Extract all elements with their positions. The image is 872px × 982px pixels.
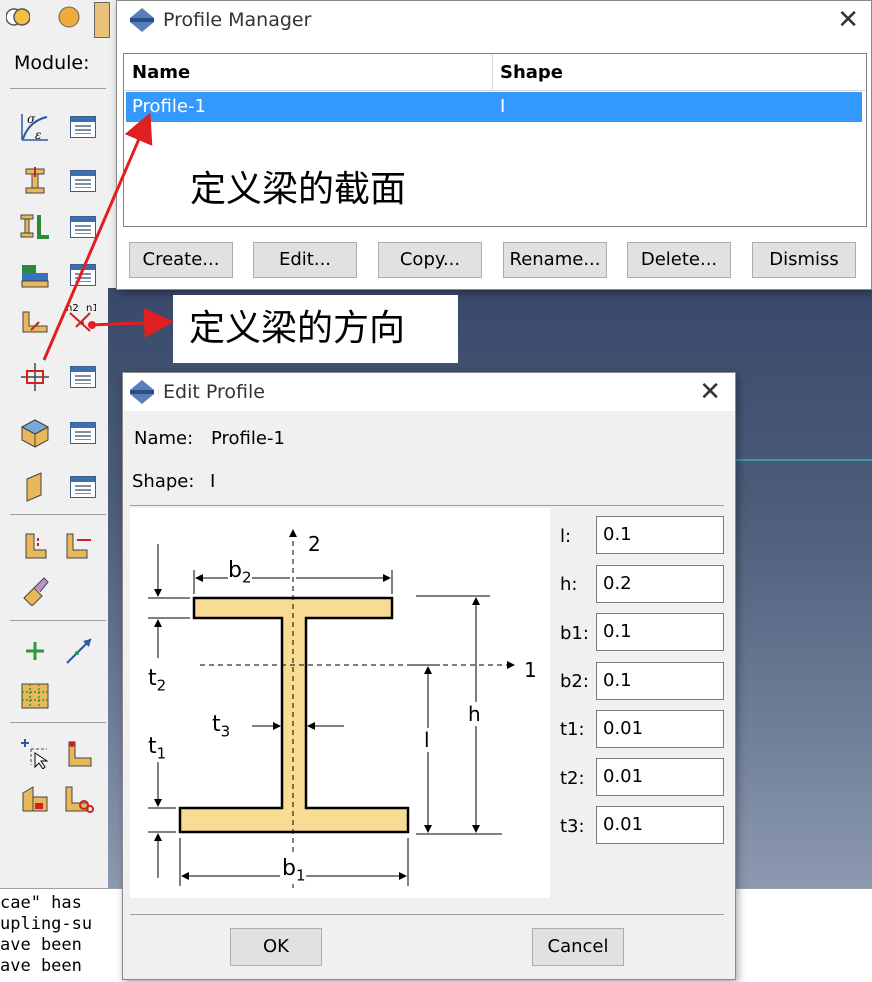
param-label: h: — [560, 574, 578, 595]
name-label: Name: — [134, 428, 194, 449]
shape-label: Shape: — [132, 471, 195, 492]
separator — [130, 505, 724, 506]
t1-field[interactable]: 0.01 — [596, 710, 724, 748]
dialog-title: Edit Profile — [163, 381, 265, 403]
orientation-arrow — [89, 307, 174, 338]
name-value: Profile-1 — [211, 428, 285, 449]
param-label: b2: — [560, 671, 589, 692]
b1-label: b1 — [282, 856, 306, 885]
abaqus-logo-icon — [129, 379, 155, 405]
arrow-origin — [88, 321, 96, 329]
param-label: l: — [560, 526, 572, 547]
param-label: t1: — [560, 719, 585, 740]
b2-field[interactable]: 0.1 — [596, 662, 724, 700]
b1-field[interactable]: 0.1 — [596, 613, 724, 651]
param-label: t3: — [560, 816, 585, 837]
axis-2-label: 2 — [308, 532, 321, 556]
param-label: t2: — [560, 768, 585, 789]
t3-label: t3 — [212, 712, 231, 741]
i-section-diagram: 2 1 b2 b1 t2 t1 t3 h l — [130, 508, 550, 898]
close-icon[interactable]: ✕ — [699, 377, 721, 407]
h-field[interactable]: 0.2 — [596, 565, 724, 603]
axis-1-label: 1 — [524, 658, 537, 682]
l-field[interactable]: 0.1 — [596, 516, 724, 554]
t2-label: t2 — [148, 666, 167, 695]
edit-profile-titlebar: Edit Profile ✕ — [123, 373, 735, 411]
t1-label: t1 — [148, 734, 167, 763]
h-label: h — [468, 702, 481, 726]
shape-value: I — [210, 471, 216, 492]
ok-button[interactable]: OK — [230, 928, 322, 966]
t3-field[interactable]: 0.01 — [596, 806, 724, 844]
param-label: b1: — [560, 623, 589, 644]
separator — [130, 914, 724, 915]
l-label: l — [424, 728, 430, 752]
cancel-button[interactable]: Cancel — [532, 928, 624, 966]
b2-label: b2 — [228, 558, 252, 587]
t2-field[interactable]: 0.01 — [596, 758, 724, 796]
